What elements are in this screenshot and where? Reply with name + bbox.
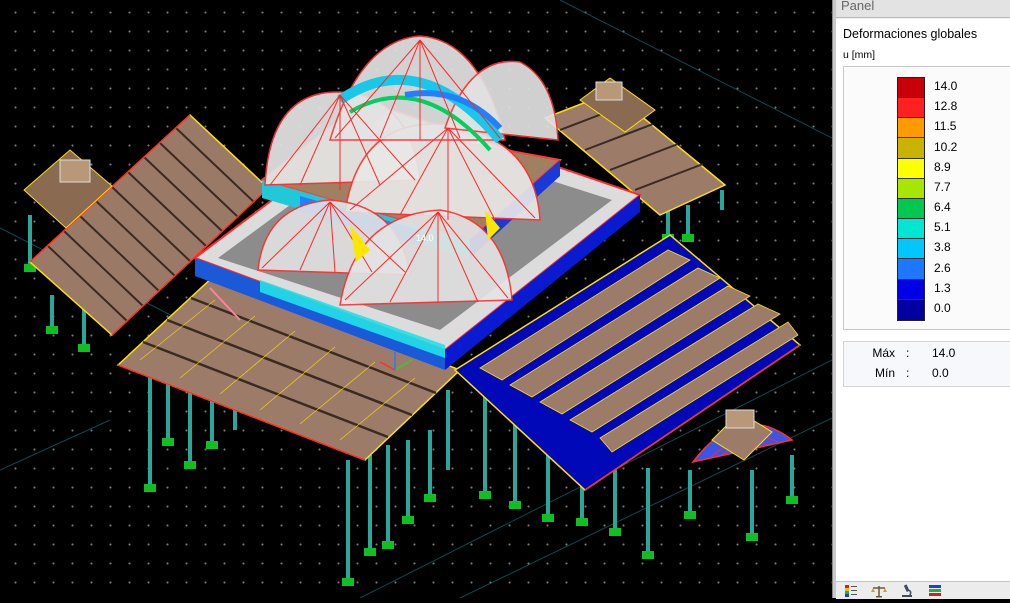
panel-title: Panel: [836, 0, 1010, 18]
max-row: Máx : 14.0: [844, 346, 1010, 366]
layers-icon[interactable]: [926, 584, 944, 598]
legend-tick-label: 2.6: [934, 260, 951, 275]
legend-tick-label: 6.4: [934, 200, 951, 214]
legend-band: [898, 239, 924, 260]
legend-tick-label: 8.9: [934, 159, 951, 174]
min-row: Mín : 0.0: [844, 366, 1010, 386]
min-colon: :: [906, 366, 910, 380]
legend-band: [898, 198, 924, 220]
legend-band: [898, 118, 924, 139]
microscope-icon[interactable]: [898, 584, 916, 598]
max-value: 14.0: [932, 346, 956, 360]
panel-toolbar: [836, 581, 1010, 599]
min-label: Mín: [874, 366, 895, 380]
max-value-marker: 14.0: [416, 233, 434, 243]
max-min-summary: Máx : 14.0 Mín : 0.0: [843, 341, 1010, 387]
color-scale-icon[interactable]: [842, 584, 860, 598]
structure-model: 14.0: [0, 0, 832, 598]
result-unit-label: u [mm]: [843, 49, 876, 61]
results-panel: Panel Deformaciones globales u [mm] 14.0…: [836, 0, 1010, 599]
color-scale-bar: [897, 77, 925, 321]
model-viewport[interactable]: 14.0: [0, 0, 832, 598]
min-value: 0.0: [932, 366, 949, 380]
panel-body: Deformaciones globales u [mm] 14.0 12.8 11…: [836, 19, 1010, 581]
legend-tick-label: 1.3: [934, 280, 951, 295]
legend-tick-label: 10.2: [934, 139, 958, 154]
legend-band: [898, 138, 924, 159]
legend-band: [898, 219, 924, 240]
legend-tick-label: 5.1: [934, 220, 951, 235]
legend-band: [898, 299, 924, 320]
legend-band: [898, 98, 924, 119]
legend-tick-label: 11.5: [934, 119, 957, 134]
balance-icon[interactable]: [870, 584, 888, 598]
max-colon: :: [906, 346, 910, 360]
legend-band: [898, 279, 924, 300]
max-label: Máx: [872, 346, 895, 360]
legend-band: [898, 78, 924, 99]
legend-tick-label: 3.8: [934, 240, 951, 255]
legend-tick-label: 14.0: [934, 79, 958, 93]
legend-band: [898, 259, 924, 280]
legend-band: [898, 178, 924, 199]
legend-tick-label: 12.8: [934, 99, 958, 114]
legend-band: [898, 158, 924, 179]
result-type-title: Deformaciones globales: [843, 27, 978, 41]
color-legend[interactable]: 14.0 12.8 11.5 10.2 8.9 7.7 6.4 5.1 3.8 2.6 1.3 0.0: [843, 66, 1010, 330]
legend-tick-label: 0.0: [934, 300, 951, 315]
legend-tick-label: 7.7: [934, 179, 951, 194]
